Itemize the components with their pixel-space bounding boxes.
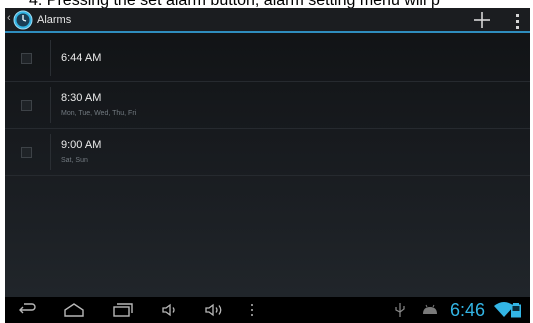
alarm-screen: ‹ Alarms 6:44 AM 8:30 AM Mon, Tue, Wed, … (5, 8, 530, 323)
recent-apps-icon (113, 303, 133, 317)
system-nav-bar: 6:46 (5, 297, 530, 323)
alarm-time: 9:00 AM (61, 139, 102, 151)
alarm-time: 6:44 AM (61, 52, 102, 64)
overflow-menu-icon (251, 304, 253, 316)
volume-down-button[interactable] (159, 301, 181, 319)
up-caret-icon[interactable]: ‹ (7, 13, 11, 24)
divider (50, 40, 51, 76)
android-debug-icon (423, 304, 437, 314)
overflow-menu-button[interactable] (511, 11, 525, 31)
add-alarm-button[interactable] (471, 9, 493, 31)
divider (50, 134, 51, 170)
alarm-days: Mon, Tue, Wed, Thu, Fri (61, 110, 137, 117)
usb-icon (395, 303, 405, 317)
divider (50, 87, 51, 123)
back-icon (19, 303, 36, 314)
clock-icon[interactable] (13, 10, 33, 30)
menu-button[interactable] (241, 301, 263, 319)
alarm-time: 8:30 AM (61, 92, 102, 104)
alarm-list: 6:44 AM 8:30 AM Mon, Tue, Wed, Thu, Fri … (5, 35, 530, 176)
alarm-enable-checkbox[interactable] (21, 53, 32, 64)
recent-apps-button[interactable] (111, 301, 133, 319)
alarm-row[interactable]: 9:00 AM Sat, Sun (5, 129, 530, 176)
volume-up-icon (205, 303, 222, 317)
home-button[interactable] (63, 301, 85, 319)
plus-icon (474, 12, 490, 28)
volume-up-button[interactable] (203, 301, 225, 319)
volume-down-icon (162, 303, 175, 317)
overflow-menu-icon (516, 14, 519, 29)
alarm-enable-checkbox[interactable] (21, 100, 32, 111)
back-button[interactable] (15, 301, 37, 319)
home-icon (64, 303, 84, 317)
alarm-enable-checkbox[interactable] (21, 147, 32, 158)
alarm-days: Sat, Sun (61, 157, 88, 164)
alarm-row[interactable]: 6:44 AM (5, 35, 530, 82)
alarm-row[interactable]: 8:30 AM Mon, Tue, Wed, Thu, Fri (5, 82, 530, 129)
battery-icon (511, 303, 521, 318)
page-title: Alarms (37, 14, 72, 26)
action-bar: ‹ Alarms (5, 8, 530, 33)
status-clock: 6:46 (450, 300, 486, 320)
